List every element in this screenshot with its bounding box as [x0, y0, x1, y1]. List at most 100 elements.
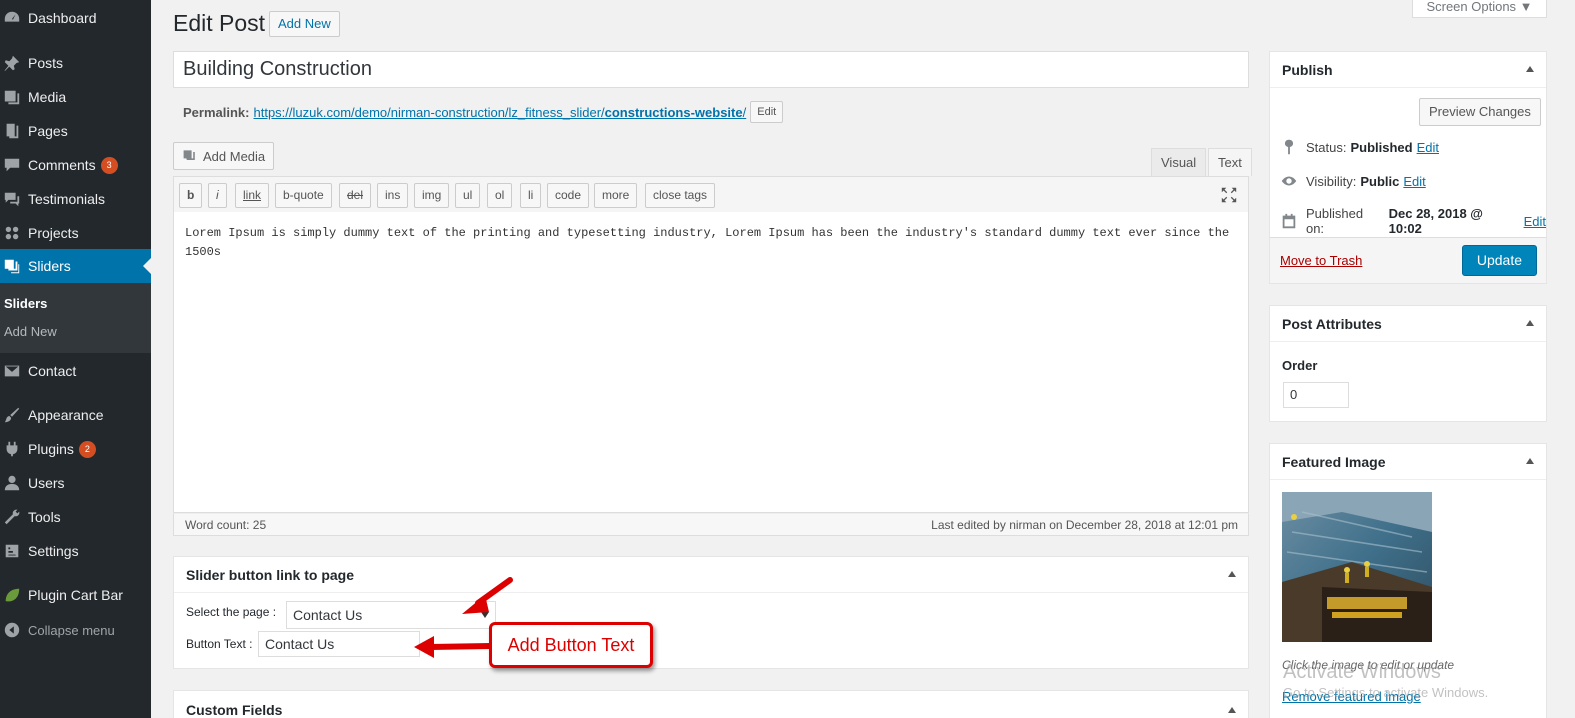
update-button[interactable]: Update	[1461, 245, 1537, 276]
leaf-icon	[2, 586, 22, 604]
sliders-submenu: Sliders Add New	[0, 283, 151, 353]
metabox-header[interactable]: Post Attributes	[1270, 306, 1546, 342]
metabox-title: Publish	[1282, 62, 1333, 78]
watermark-title: Activate Windows	[1283, 661, 1441, 683]
collapse-toggle-icon[interactable]	[1526, 66, 1534, 72]
sidebar-item-plugins[interactable]: Plugins 2	[0, 432, 151, 466]
submenu-item-sliders[interactable]: Sliders	[4, 296, 47, 311]
metabox-title: Post Attributes	[1282, 316, 1382, 332]
plug-icon	[2, 440, 22, 458]
post-title-input[interactable]: Building Construction	[173, 51, 1249, 88]
sidebar-item-pages[interactable]: Pages	[0, 114, 151, 148]
sidebar-item-testimonials[interactable]: Testimonials	[0, 182, 151, 216]
settings-icon	[2, 542, 22, 560]
testimonial-icon	[2, 190, 22, 208]
sidebar-item-appearance[interactable]: Appearance	[0, 398, 151, 432]
sidebar-item-users[interactable]: Users	[0, 466, 151, 500]
media-icon	[183, 150, 195, 160]
tab-text[interactable]: Text	[1208, 148, 1252, 176]
move-to-trash-link[interactable]: Move to Trash	[1280, 253, 1362, 268]
media-icon	[2, 88, 22, 106]
qt-bold-button[interactable]: b	[179, 183, 203, 208]
annotation-callout: Add Button Text	[489, 622, 653, 668]
collapse-toggle-icon[interactable]	[1228, 571, 1236, 577]
eye-icon	[1281, 176, 1297, 186]
collapse-toggle-icon[interactable]	[1228, 707, 1236, 713]
content-textarea[interactable]: Lorem Ipsum is simply dummy text of the …	[173, 212, 1249, 513]
qt-blockquote-button[interactable]: b-quote	[275, 183, 332, 208]
collapse-toggle-icon[interactable]	[1526, 458, 1534, 464]
mail-icon	[2, 362, 22, 380]
pin-icon	[2, 54, 22, 72]
qt-link-button[interactable]: link	[235, 183, 270, 208]
sidebar-item-label: Plugin Cart Bar	[28, 587, 123, 603]
slider-button-metabox: Slider button link to page Select the pa…	[173, 556, 1249, 669]
admin-sidebar: Dashboard Posts Media Pages Comments 3 T…	[0, 0, 151, 718]
sidebar-item-label: Plugins	[28, 441, 74, 457]
visibility-edit-link[interactable]: Edit	[1403, 174, 1425, 189]
add-media-button[interactable]: Add Media	[173, 142, 275, 170]
permalink-edit-button[interactable]: Edit	[750, 101, 784, 123]
page-title: Edit Post	[173, 10, 266, 36]
sidebar-item-label: Users	[28, 475, 65, 491]
sidebar-item-label: Tools	[28, 509, 61, 525]
dashboard-icon	[2, 9, 22, 27]
featured-image-thumbnail[interactable]	[1282, 492, 1432, 642]
status-edit-link[interactable]: Edit	[1417, 140, 1439, 155]
submenu-item-add-new[interactable]: Add New	[4, 324, 57, 339]
qt-del-button[interactable]: del	[339, 183, 372, 208]
sidebar-item-plugin-cart-bar[interactable]: Plugin Cart Bar	[0, 578, 151, 612]
qt-img-button[interactable]: img	[414, 183, 450, 208]
qt-ins-button[interactable]: ins	[377, 183, 409, 208]
order-input[interactable]: 0	[1283, 382, 1349, 408]
status-value: Published	[1350, 139, 1413, 155]
last-edited: Last edited by nirman on December 28, 20…	[931, 518, 1238, 532]
sidebar-item-tools[interactable]: Tools	[0, 500, 151, 534]
sidebar-item-label: Projects	[28, 225, 79, 241]
button-text-input[interactable]: Contact Us	[258, 631, 420, 657]
fullscreen-icon[interactable]	[1220, 186, 1238, 204]
visibility-row: Visibility: Public Edit	[1280, 172, 1426, 190]
wrench-icon	[2, 508, 22, 526]
sidebar-item-sliders[interactable]: Sliders	[0, 249, 151, 283]
sidebar-item-label: Contact	[28, 363, 77, 379]
qt-italic-button[interactable]: i	[208, 183, 227, 208]
screen-options-button[interactable]: Screen Options ▼	[1412, 0, 1547, 18]
qt-ul-button[interactable]: ul	[455, 183, 481, 208]
metabox-header[interactable]: Slider button link to page	[174, 557, 1248, 593]
qt-close-tags-button[interactable]: close tags	[645, 183, 716, 208]
sidebar-item-projects[interactable]: Projects	[0, 216, 151, 250]
sidebar-item-label: Posts	[28, 55, 64, 71]
qt-code-button[interactable]: code	[547, 183, 590, 208]
metabox-title: Featured Image	[1282, 454, 1386, 470]
visibility-label: Visibility:	[1306, 173, 1357, 189]
qt-more-button[interactable]: more	[594, 183, 638, 208]
sidebar-item-dashboard[interactable]: Dashboard	[0, 1, 151, 35]
qt-li-button[interactable]: li	[520, 183, 542, 208]
add-new-button[interactable]: Add New	[269, 11, 340, 37]
tab-visual[interactable]: Visual	[1151, 148, 1207, 176]
metabox-header[interactable]: Publish	[1270, 52, 1546, 88]
permalink-link[interactable]: https://luzuk.com/demo/nirman-constructi…	[253, 105, 746, 120]
collapse-menu-button[interactable]: Collapse menu	[0, 613, 151, 647]
quicktags-toolbar: b i link b-quote del ins img ul ol li co…	[173, 176, 1249, 213]
permalink-base: https://luzuk.com/demo/nirman-constructi…	[253, 104, 605, 120]
metabox-header[interactable]: Featured Image	[1270, 444, 1546, 480]
sidebar-item-comments[interactable]: Comments 3	[0, 148, 151, 182]
calendar-icon	[1282, 213, 1296, 229]
preview-changes-button[interactable]: Preview Changes	[1419, 98, 1541, 126]
active-indicator	[143, 258, 151, 274]
published-edit-link[interactable]: Edit	[1524, 214, 1546, 229]
sidebar-item-contact[interactable]: Contact	[0, 354, 151, 388]
metabox-header[interactable]: Custom Fields	[174, 691, 1248, 718]
publish-actions: Move to Trash Update	[1270, 237, 1546, 283]
watermark-subtitle: Go to Settings to activate Windows.	[1283, 685, 1489, 700]
status-row: Status: Published Edit	[1280, 138, 1439, 156]
user-icon	[2, 474, 22, 492]
sidebar-item-label: Dashboard	[28, 10, 97, 26]
sidebar-item-settings[interactable]: Settings	[0, 534, 151, 568]
sidebar-item-media[interactable]: Media	[0, 80, 151, 114]
collapse-toggle-icon[interactable]	[1526, 320, 1534, 326]
sidebar-item-posts[interactable]: Posts	[0, 46, 151, 80]
qt-ol-button[interactable]: ol	[487, 183, 513, 208]
